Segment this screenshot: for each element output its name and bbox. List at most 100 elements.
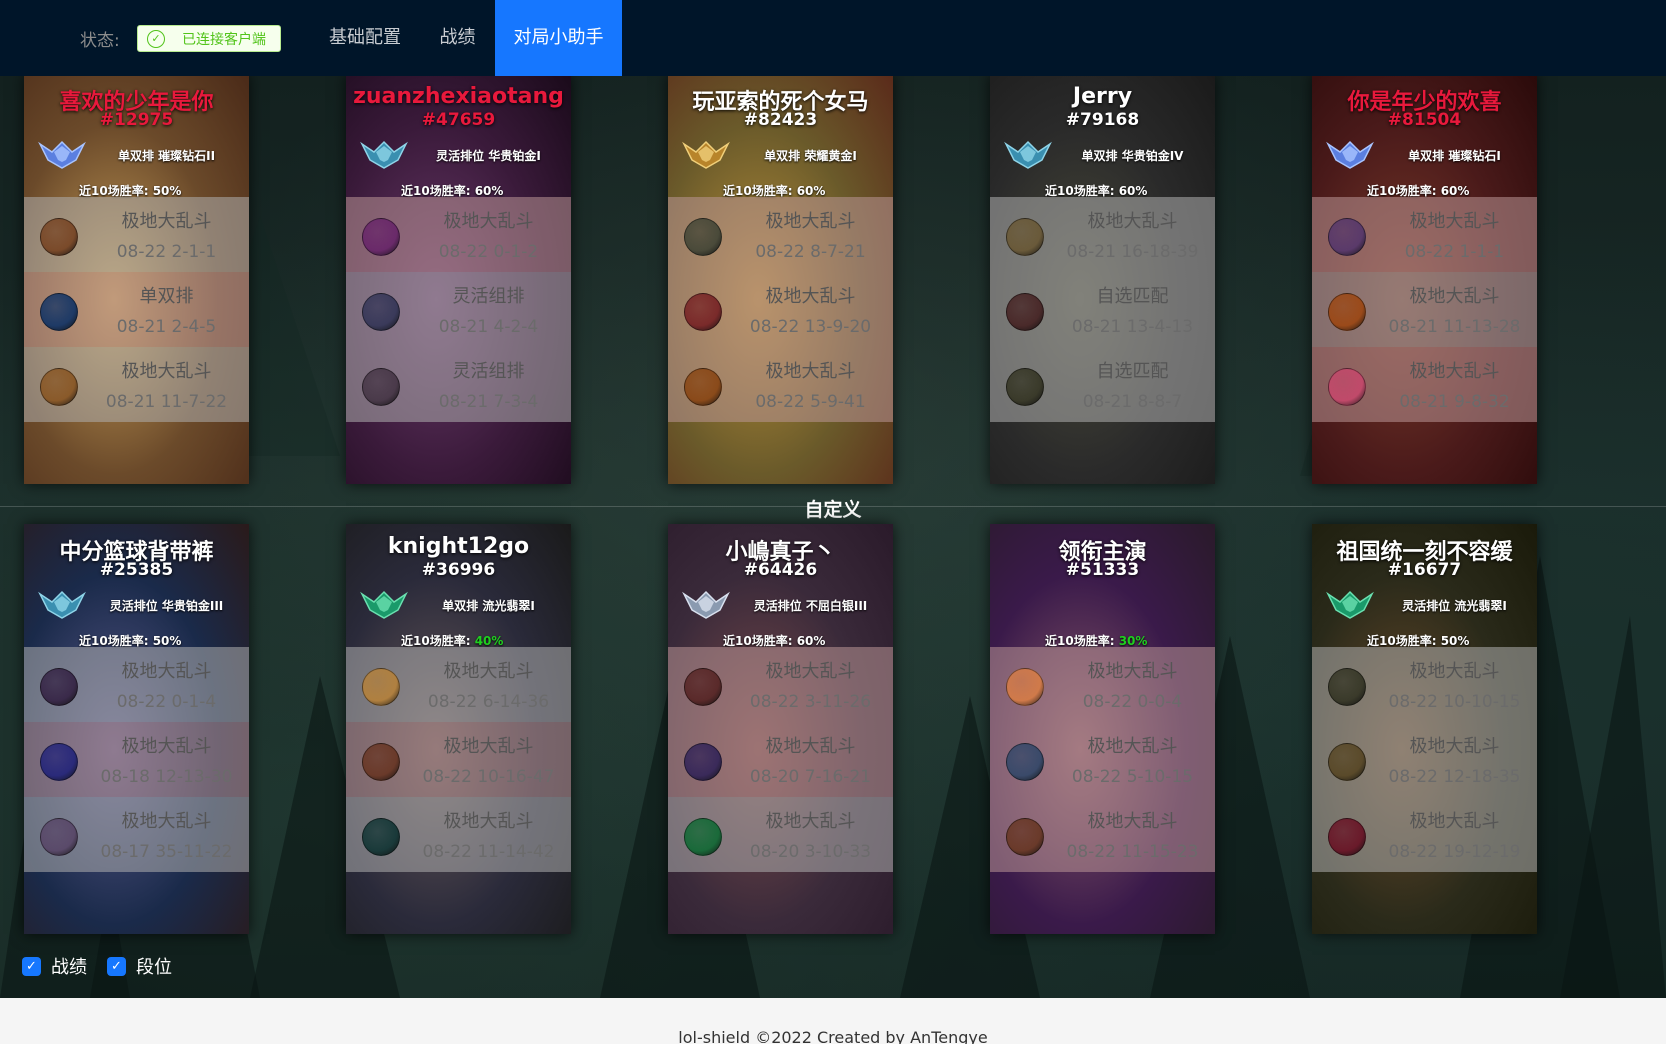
rank-emblem-icon — [1004, 138, 1052, 172]
tab-match-history[interactable]: 战绩 — [420, 0, 495, 76]
player-card[interactable]: 领衔主演 #51333 近10场胜率: 30% 极地大乱斗 08-22 0-0-4 极地大… — [990, 524, 1215, 934]
match-row[interactable]: 自选匹配 08-21 13-4-13 — [990, 272, 1215, 347]
champion-avatar — [40, 743, 78, 781]
rank-emblem-icon — [38, 138, 86, 172]
player-card[interactable]: Jerry #79168 单双排 华贵铂金IV 近10场胜率: 60% 极地大乱斗 08-… — [990, 76, 1215, 484]
match-score: 08-21 11-13-28 — [1388, 317, 1521, 337]
player-card[interactable]: zuanzhexiaotang #47659 灵活排位 华贵铂金I 近10场胜率: 6… — [346, 76, 571, 484]
winrate-value: 60% — [796, 634, 826, 648]
player-rank: 单双排 璀璨钻石I — [1408, 149, 1501, 163]
winrate-value: 60% — [796, 184, 826, 198]
winrate-label: 近10场胜率: — [723, 184, 793, 198]
champion-avatar — [1006, 218, 1044, 256]
player-card[interactable]: 中分篮球背带裤 #25385 灵活排位 华贵铂金III 近10场胜率: 50% 极地大乱… — [24, 524, 249, 934]
player-name: Jerry — [1072, 84, 1133, 109]
match-row[interactable]: 极地大乱斗 08-22 0-0-4 — [990, 647, 1215, 722]
checkbox-checked-icon[interactable]: ✓ — [107, 956, 126, 976]
champion-avatar — [40, 368, 78, 406]
match-row[interactable]: 极地大乱斗 08-21 9-8-32 — [1312, 347, 1537, 422]
player-tag: #64426 — [743, 560, 818, 580]
winrate-label: 近10场胜率: — [723, 634, 793, 648]
winrate-value: 40% — [474, 634, 504, 648]
status-label: 状态: — [80, 31, 120, 51]
player-tag: #47659 — [421, 110, 496, 130]
match-row[interactable]: 极地大乱斗 08-20 7-16-21 — [668, 722, 893, 797]
match-row[interactable]: 灵活组排 08-21 7-3-4 — [346, 347, 571, 422]
match-score: 08-22 1-1-1 — [1404, 242, 1505, 262]
match-row[interactable]: 极地大乱斗 08-22 11-15-23 — [990, 797, 1215, 872]
match-row[interactable]: 极地大乱斗 08-22 10-10-15 — [1312, 647, 1537, 722]
match-row[interactable]: 极地大乱斗 08-22 19-12-19 — [1312, 797, 1537, 872]
match-row[interactable]: 极地大乱斗 08-22 5-10-15 — [990, 722, 1215, 797]
champion-avatar — [1328, 818, 1366, 856]
match-score: 08-22 0-1-2 — [438, 242, 539, 262]
player-card[interactable]: knight12go #36996 单双排 流光翡翠I 近10场胜率: 40% 极地大乱… — [346, 524, 571, 934]
rank-emblem-icon — [1326, 588, 1374, 622]
option-record[interactable]: ✓ 战绩 — [22, 953, 87, 979]
match-row[interactable]: 极地大乱斗 08-20 3-10-33 — [668, 797, 893, 872]
player-rank: 单双排 荣耀黄金I — [764, 149, 857, 163]
match-row[interactable]: 极地大乱斗 08-21 11-13-28 — [1312, 272, 1537, 347]
option-rank[interactable]: ✓ 段位 — [107, 953, 172, 979]
player-card[interactable]: 你是年少的欢喜 #81504 单双排 璀璨钻石I 近10场胜率: 60% 极地大乱斗 08… — [1312, 76, 1537, 484]
player-tag: #51333 — [1065, 560, 1140, 580]
match-mode: 极地大乱斗 — [765, 661, 856, 682]
match-row[interactable]: 极地大乱斗 08-22 10-16-47 — [346, 722, 571, 797]
tab-basic-config[interactable]: 基础配置 — [310, 0, 420, 76]
winrate-label: 近10场胜率: — [401, 184, 471, 198]
match-score: 08-22 19-12-19 — [1388, 842, 1521, 862]
match-score: 08-18 12-13-30 — [100, 767, 233, 787]
match-row[interactable]: 极地大乱斗 08-21 16-18-39 — [990, 197, 1215, 272]
checkbox-checked-icon[interactable]: ✓ — [22, 956, 41, 976]
match-row[interactable]: 极地大乱斗 08-22 11-14-42 — [346, 797, 571, 872]
match-row[interactable]: 极地大乱斗 08-22 0-1-2 — [346, 197, 571, 272]
match-row[interactable]: 极地大乱斗 08-22 2-1-1 — [24, 197, 249, 272]
player-card[interactable]: 喜欢的少年是你 #12975 单双排 璀璨钻石II 近10场胜率: 50% 极地大乱斗 0… — [24, 76, 249, 484]
match-mode: 极地大乱斗 — [1409, 736, 1500, 757]
match-score: 08-21 2-4-5 — [116, 317, 217, 337]
champion-avatar — [362, 818, 400, 856]
player-tag: #25385 — [99, 560, 174, 580]
player-rank: 灵活排位 华贵铂金III — [109, 599, 224, 613]
match-score: 08-21 8-8-7 — [1082, 392, 1183, 412]
player-name: zuanzhexiaotang — [353, 84, 564, 109]
champion-avatar — [40, 218, 78, 256]
main-content: 喜欢的少年是你 #12975 单双排 璀璨钻石II 近10场胜率: 50% 极地大乱斗 0… — [0, 76, 1666, 998]
match-row[interactable]: 灵活组排 08-21 4-2-4 — [346, 272, 571, 347]
player-tag: #36996 — [421, 560, 496, 580]
match-row[interactable]: 极地大乱斗 08-22 6-14-36 — [346, 647, 571, 722]
champion-avatar — [684, 743, 722, 781]
match-mode: 极地大乱斗 — [121, 361, 212, 382]
match-row[interactable]: 极地大乱斗 08-22 3-11-26 — [668, 647, 893, 722]
player-rank: 单双排 华贵铂金IV — [1081, 149, 1184, 163]
match-row[interactable]: 极地大乱斗 08-22 13-9-20 — [668, 272, 893, 347]
match-row[interactable]: 极地大乱斗 08-22 5-9-41 — [668, 347, 893, 422]
champion-avatar — [40, 818, 78, 856]
match-row[interactable]: 极地大乱斗 08-22 0-1-4 — [24, 647, 249, 722]
footer: lol-shield ©2022 Created by AnTengye — [0, 998, 1666, 1044]
winrate-label: 近10场胜率: — [1045, 634, 1115, 648]
match-row[interactable]: 自选匹配 08-21 8-8-7 — [990, 347, 1215, 422]
match-row[interactable]: 极地大乱斗 08-22 8-7-21 — [668, 197, 893, 272]
match-row[interactable]: 极地大乱斗 08-17 35-11-22 — [24, 797, 249, 872]
match-row[interactable]: 极地大乱斗 08-18 12-13-30 — [24, 722, 249, 797]
player-rank: 灵活排位 不屈白银III — [753, 599, 868, 613]
champion-avatar — [362, 668, 400, 706]
tab-match-helper[interactable]: 对局小助手 — [495, 0, 622, 76]
match-row[interactable]: 极地大乱斗 08-21 11-7-22 — [24, 347, 249, 422]
match-row[interactable]: 单双排 08-21 2-4-5 — [24, 272, 249, 347]
rank-emblem-icon — [360, 138, 408, 172]
match-list: 极地大乱斗 08-22 0-1-4 极地大乱斗 08-18 12-13-30 极地大乱斗… — [24, 647, 249, 872]
player-card[interactable]: 祖国统一刻不容缓 #16677 灵活排位 流光翡翠I 近10场胜率: 50% 极地大乱斗… — [1312, 524, 1537, 934]
match-mode: 极地大乱斗 — [765, 211, 856, 232]
winrate-value: 60% — [1118, 184, 1148, 198]
player-card[interactable]: 小嶋真子丶 #64426 灵活排位 不屈白银III 近10场胜率: 60% 极地大乱斗 0… — [668, 524, 893, 934]
match-score: 08-22 0-1-4 — [116, 692, 217, 712]
match-mode: 极地大乱斗 — [765, 361, 856, 382]
match-mode: 自选匹配 — [1096, 286, 1169, 307]
footer-text: lol-shield ©2022 Created by AnTengye — [678, 1028, 988, 1044]
match-row[interactable]: 极地大乱斗 08-22 12-18-35 — [1312, 722, 1537, 797]
player-card[interactable]: 玩亚索的死个女马 #82423 单双排 荣耀黄金I 近10场胜率: 60% 极地大乱斗 0… — [668, 76, 893, 484]
match-score: 08-21 4-2-4 — [438, 317, 539, 337]
match-row[interactable]: 极地大乱斗 08-22 1-1-1 — [1312, 197, 1537, 272]
